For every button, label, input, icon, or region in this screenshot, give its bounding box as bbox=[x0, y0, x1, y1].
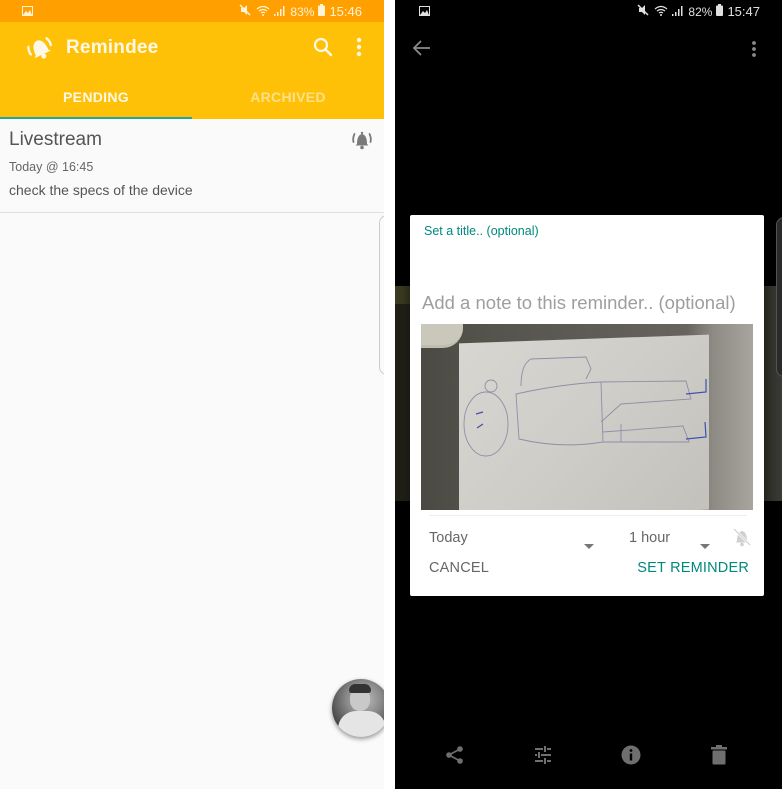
edge-panel-handle[interactable] bbox=[379, 215, 384, 375]
ringing-bell-icon[interactable] bbox=[351, 130, 373, 155]
wifi-icon bbox=[256, 5, 270, 19]
reminder-list-screen: 83% 15:46 Remindee PENDING ARCHIVED Live… bbox=[0, 0, 384, 789]
battery-icon bbox=[716, 4, 724, 19]
more-vert-icon[interactable] bbox=[356, 37, 362, 62]
signal-icon bbox=[274, 5, 286, 19]
clock: 15:47 bbox=[727, 4, 760, 19]
set-reminder-button[interactable]: SET REMINDER bbox=[637, 560, 749, 576]
signal-icon bbox=[672, 5, 684, 19]
app-bar: Remindee bbox=[0, 22, 384, 75]
title-field-label: Set a title.. (optional) bbox=[424, 224, 539, 238]
new-reminder-dialog: Set a title.. (optional) Add a note to t… bbox=[410, 215, 764, 596]
title-input[interactable] bbox=[422, 241, 752, 281]
date-dropdown-value: Today bbox=[429, 530, 468, 546]
adjust-icon[interactable] bbox=[533, 745, 553, 770]
info-icon[interactable] bbox=[621, 745, 641, 770]
gallery-icon bbox=[22, 5, 33, 19]
share-icon[interactable] bbox=[445, 745, 465, 770]
date-dropdown[interactable]: Today bbox=[429, 528, 599, 549]
tab-bar: PENDING ARCHIVED bbox=[0, 75, 384, 119]
time-dropdown-value: 1 hour bbox=[629, 530, 671, 546]
wifi-icon bbox=[654, 5, 668, 19]
battery-percent: 82% bbox=[688, 4, 713, 19]
clock: 15:46 bbox=[329, 4, 362, 19]
reminder-list-item[interactable]: Livestream Today @ 16:45 check the specs… bbox=[0, 119, 384, 213]
attached-photo[interactable] bbox=[421, 324, 753, 510]
edge-panel-handle[interactable] bbox=[776, 217, 782, 377]
more-vert-icon[interactable] bbox=[751, 40, 757, 63]
mute-icon bbox=[637, 4, 650, 19]
reminder-title: Livestream bbox=[9, 129, 102, 150]
back-arrow-icon[interactable] bbox=[412, 38, 432, 63]
dropdown-arrow-icon bbox=[584, 536, 594, 554]
dropdown-arrow-icon bbox=[700, 536, 710, 554]
bell-off-icon[interactable] bbox=[733, 527, 751, 552]
battery-icon bbox=[318, 4, 326, 19]
mute-icon bbox=[239, 4, 252, 19]
reminder-time: Today @ 16:45 bbox=[9, 160, 94, 174]
delete-icon[interactable] bbox=[711, 745, 727, 770]
note-input[interactable] bbox=[422, 287, 756, 319]
status-bar: 83% 15:46 bbox=[0, 0, 384, 22]
tab-pending[interactable]: PENDING bbox=[0, 75, 192, 119]
cancel-button[interactable]: CANCEL bbox=[429, 560, 489, 576]
status-bar: 82% 15:47 bbox=[395, 0, 782, 22]
app-title: Remindee bbox=[66, 37, 159, 58]
search-icon[interactable] bbox=[313, 37, 333, 62]
bottom-toolbar bbox=[395, 745, 782, 781]
photo-drawing bbox=[463, 356, 707, 457]
battery-percent: 83% bbox=[290, 4, 315, 19]
gallery-icon bbox=[419, 5, 430, 19]
time-dropdown[interactable]: 1 hour bbox=[629, 528, 714, 549]
avatar-hair bbox=[349, 684, 371, 693]
avatar-shirt bbox=[338, 711, 384, 737]
tab-archived[interactable]: ARCHIVED bbox=[192, 75, 384, 119]
avatar[interactable] bbox=[332, 679, 384, 737]
divider bbox=[429, 515, 747, 516]
new-reminder-screen: 82% 15:47 Set a title.. (optional) Add a… bbox=[395, 0, 782, 789]
ringing-bell-icon bbox=[24, 33, 58, 68]
reminder-note: check the specs of the device bbox=[9, 182, 193, 198]
